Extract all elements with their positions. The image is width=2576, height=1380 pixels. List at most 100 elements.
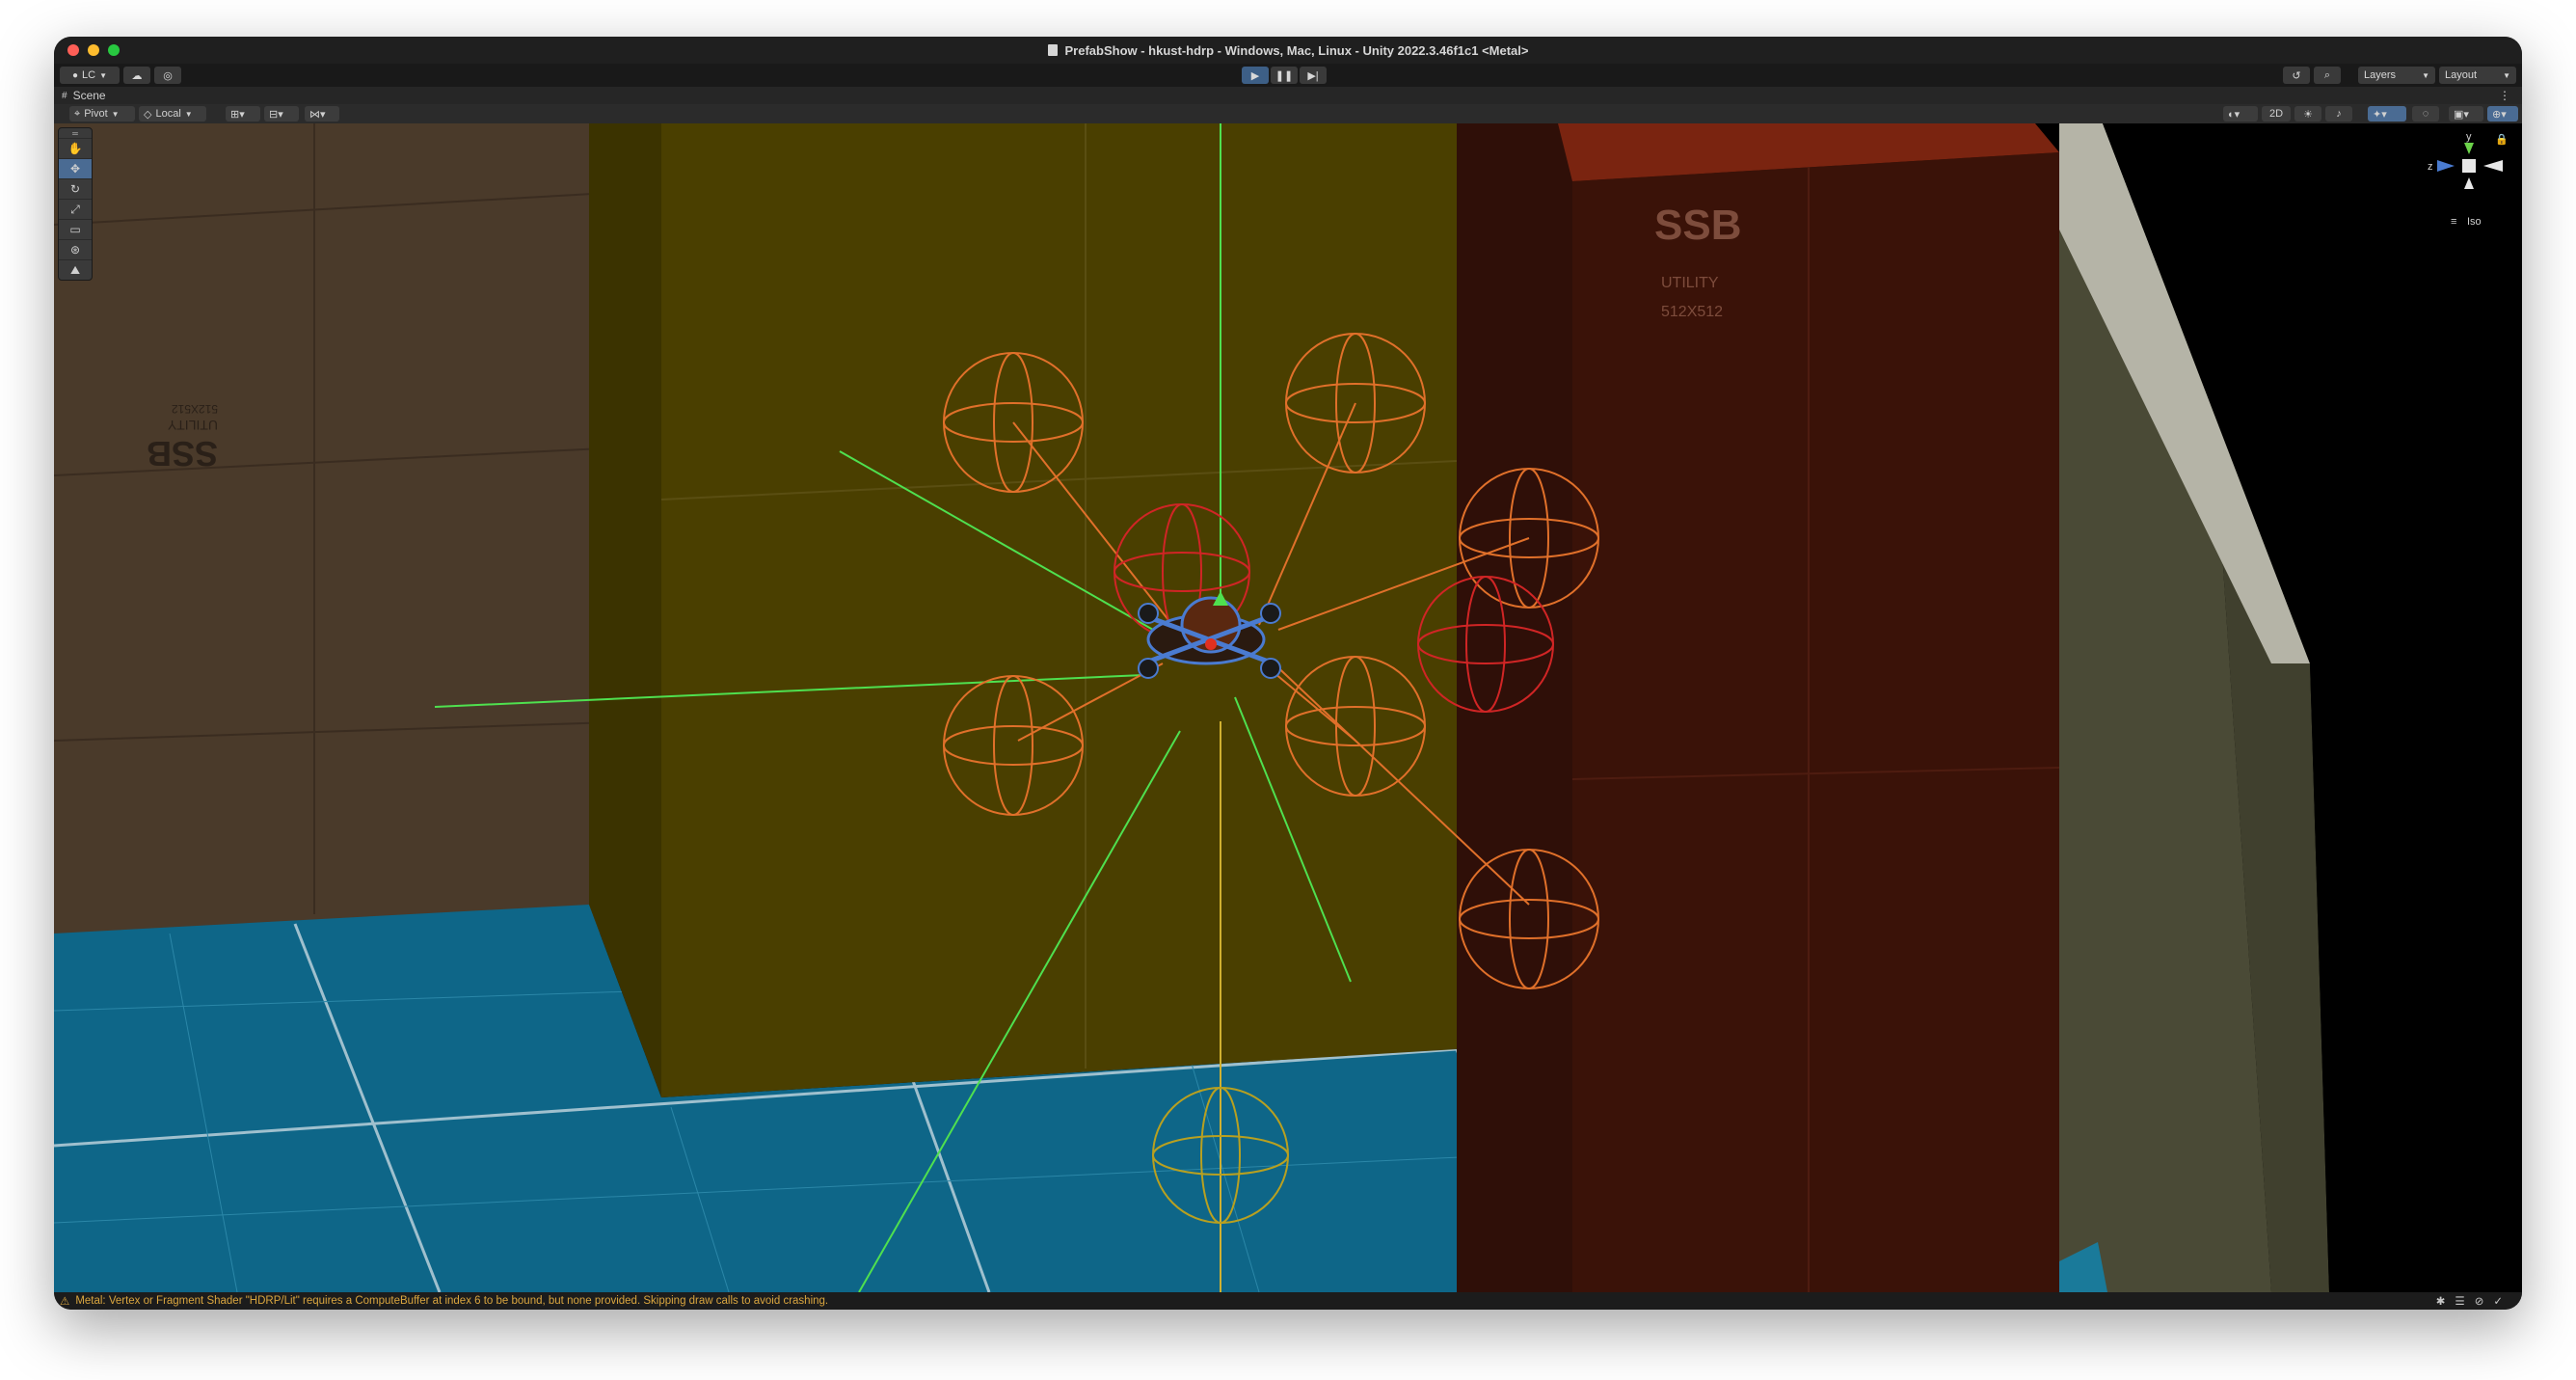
local-dropdown[interactable]: ◇ Local ▼ bbox=[139, 106, 206, 122]
gizmo-z-label: z bbox=[2428, 161, 2433, 173]
globe-icon: ⊕▾ bbox=[2492, 108, 2507, 121]
scale-tool[interactable]: ⤢ bbox=[59, 200, 92, 220]
rotate-tool[interactable]: ↻ bbox=[59, 179, 92, 200]
status-icons: ✱☰⊘✓ bbox=[2436, 1294, 2512, 1308]
snap-icon: ⋈▾ bbox=[309, 108, 326, 121]
search-icon: ⌕ bbox=[2323, 68, 2331, 81]
move-icon: ✥ bbox=[69, 162, 81, 176]
main-toolbar: ● LC ▼ ☁ ◎ ▶ ❚❚ ▶| ↺ ⌕ Layers ▼ Layout ▼ bbox=[54, 64, 2522, 87]
local-icon: ◇ bbox=[144, 108, 152, 121]
chevron-down-icon: ▼ bbox=[2422, 70, 2429, 80]
mode-2d-toggle[interactable]: 2D bbox=[2262, 106, 2291, 122]
cloud-button[interactable]: ☁ bbox=[123, 67, 150, 84]
window-title: PrefabShow - hkust-hdrp - Windows, Mac, … bbox=[1047, 42, 1529, 58]
collab-button[interactable]: ◎ bbox=[154, 67, 181, 84]
camera-dropdown[interactable]: ▣▾ bbox=[2449, 106, 2483, 122]
snap-increment-button[interactable]: ⋈▾ bbox=[305, 106, 339, 122]
check-icon[interactable]: ✓ bbox=[2493, 1296, 2512, 1308]
move-tool[interactable]: ✥ bbox=[59, 159, 92, 179]
grid-visibility-button[interactable]: ⊟▾ bbox=[264, 106, 299, 122]
scene-viewport[interactable]: SSB UTILITY 512X512 SSB UTILITY 512X512 … bbox=[54, 123, 2522, 1292]
pivot-label: Pivot bbox=[84, 108, 108, 120]
rect-icon: ▭ bbox=[69, 223, 81, 236]
chevron-down-icon: ▼ bbox=[184, 109, 193, 119]
scene-tools-palette: ═ ✋ ✥ ↻ ⤢ ▭ ⊛ ⛰ bbox=[58, 127, 93, 281]
pause-button[interactable]: ❚❚ bbox=[1271, 67, 1298, 84]
account-dropdown[interactable]: ● LC ▼ bbox=[60, 67, 120, 84]
play-icon: ▶ bbox=[1250, 69, 1260, 82]
grid-icon: ⊞▾ bbox=[230, 108, 245, 121]
window-controls bbox=[67, 44, 120, 56]
hand-icon: ✋ bbox=[67, 142, 83, 155]
debug-icon[interactable]: ✱ bbox=[2436, 1296, 2455, 1308]
history-icon: ↺ bbox=[2292, 69, 2301, 82]
speaker-icon: ♪ bbox=[2336, 108, 2342, 120]
lightbulb-icon: ☀ bbox=[2303, 108, 2313, 121]
local-label: Local bbox=[155, 108, 181, 120]
scene-toolbar: ⌖ Pivot ▼ ◇ Local ▼ ⊞▾ ⊟▾ ⋈▾ ◐▾ 2D ☀ ♪ ✦… bbox=[54, 104, 2522, 123]
gizmos-dropdown[interactable]: ⊕▾ bbox=[2487, 106, 2518, 122]
pivot-icon: ⌖ bbox=[74, 107, 81, 120]
close-window-button[interactable] bbox=[67, 44, 79, 56]
cloud-icon: ☁ bbox=[131, 69, 143, 82]
hidden-objects-toggle[interactable]: ◌ bbox=[2412, 106, 2439, 122]
effects-dropdown[interactable]: ✦▾ bbox=[2368, 106, 2406, 122]
scene-tab[interactable]: # Scene ⋮ bbox=[54, 87, 2522, 104]
layers-dropdown[interactable]: Layers ▼ bbox=[2358, 67, 2435, 84]
scene-render[interactable]: SSB UTILITY 512X512 SSB UTILITY 512X512 … bbox=[54, 123, 2522, 1292]
scene-tab-icon: # bbox=[62, 90, 67, 101]
draw-mode-dropdown[interactable]: ◐▾ bbox=[2223, 106, 2258, 122]
more-options-icon[interactable]: ⋮ bbox=[2499, 89, 2510, 102]
history-button[interactable]: ↺ bbox=[2283, 67, 2310, 84]
account-label: LC bbox=[82, 69, 96, 81]
shading-icon: ◐▾ bbox=[2228, 108, 2241, 121]
rect-tool[interactable]: ▭ bbox=[59, 220, 92, 240]
minimize-window-button[interactable] bbox=[88, 44, 99, 56]
unity-window: PrefabShow - hkust-hdrp - Windows, Mac, … bbox=[54, 37, 2522, 1310]
audio-toggle[interactable]: ♪ bbox=[2325, 106, 2352, 122]
scale-icon: ⤢ bbox=[70, 202, 80, 216]
grid-snap-button[interactable]: ⊞▾ bbox=[226, 106, 260, 122]
zoom-window-button[interactable] bbox=[108, 44, 120, 56]
lighting-toggle[interactable]: ☀ bbox=[2294, 106, 2321, 122]
grid-plane-icon: ⊟▾ bbox=[269, 108, 283, 121]
custom-tool-icon: ⛰ bbox=[69, 262, 81, 277]
title-bar: PrefabShow - hkust-hdrp - Windows, Mac, … bbox=[54, 37, 2522, 64]
mode-2d-label: 2D bbox=[2268, 108, 2284, 120]
scene-tab-label: Scene bbox=[72, 89, 106, 102]
layers-status-icon[interactable]: ☰ bbox=[2455, 1296, 2474, 1308]
window-title-text: PrefabShow - hkust-hdrp - Windows, Mac, … bbox=[1064, 42, 1529, 58]
left-wall-label-sub2: 512X512 bbox=[172, 402, 218, 416]
lock-icon: 🔒 bbox=[2495, 133, 2509, 146]
effects-icon: ✦▾ bbox=[2373, 108, 2387, 121]
pause-icon: ❚❚ bbox=[1275, 69, 1294, 82]
rotate-icon: ↻ bbox=[69, 182, 81, 196]
pivot-dropdown[interactable]: ⌖ Pivot ▼ bbox=[69, 106, 135, 122]
layers-label: Layers bbox=[2364, 69, 2397, 81]
red-box-label-sub1: UTILITY bbox=[1661, 275, 1719, 291]
hand-tool[interactable]: ✋ bbox=[59, 139, 92, 159]
custom-tool[interactable]: ⛰ bbox=[59, 260, 92, 280]
red-box-label-sub2: 512X512 bbox=[1661, 304, 1723, 320]
red-box-side bbox=[1457, 123, 1572, 1292]
eye-slash-icon: ◌ bbox=[2422, 108, 2429, 120]
tools-handle[interactable]: ═ bbox=[59, 128, 92, 139]
red-box-front bbox=[1572, 152, 2059, 1292]
transform-icon: ⊛ bbox=[69, 243, 81, 257]
search-button[interactable]: ⌕ bbox=[2314, 67, 2341, 84]
transform-tool[interactable]: ⊛ bbox=[59, 240, 92, 260]
red-box-label-text: SSB bbox=[1654, 202, 1741, 249]
network-icon[interactable]: ⊘ bbox=[2475, 1296, 2494, 1308]
step-button[interactable]: ▶| bbox=[1300, 67, 1327, 84]
console-message[interactable]: Metal: Vertex or Fragment Shader "HDRP/L… bbox=[75, 1295, 828, 1307]
status-bar[interactable]: ⚠ Metal: Vertex or Fragment Shader "HDRP… bbox=[54, 1292, 2522, 1310]
left-cardboard-wall bbox=[54, 123, 642, 934]
play-button[interactable]: ▶ bbox=[1242, 67, 1269, 84]
chevron-down-icon: ▼ bbox=[2503, 70, 2510, 80]
projection-icon: ≡ bbox=[2451, 216, 2456, 228]
layout-dropdown[interactable]: Layout ▼ bbox=[2439, 67, 2516, 84]
left-wall-label-sub1: UTILITY bbox=[167, 418, 218, 433]
left-wall-label-text: SSB bbox=[147, 434, 218, 474]
account-icon: ● bbox=[71, 69, 79, 81]
camera-icon: ▣▾ bbox=[2454, 108, 2469, 121]
